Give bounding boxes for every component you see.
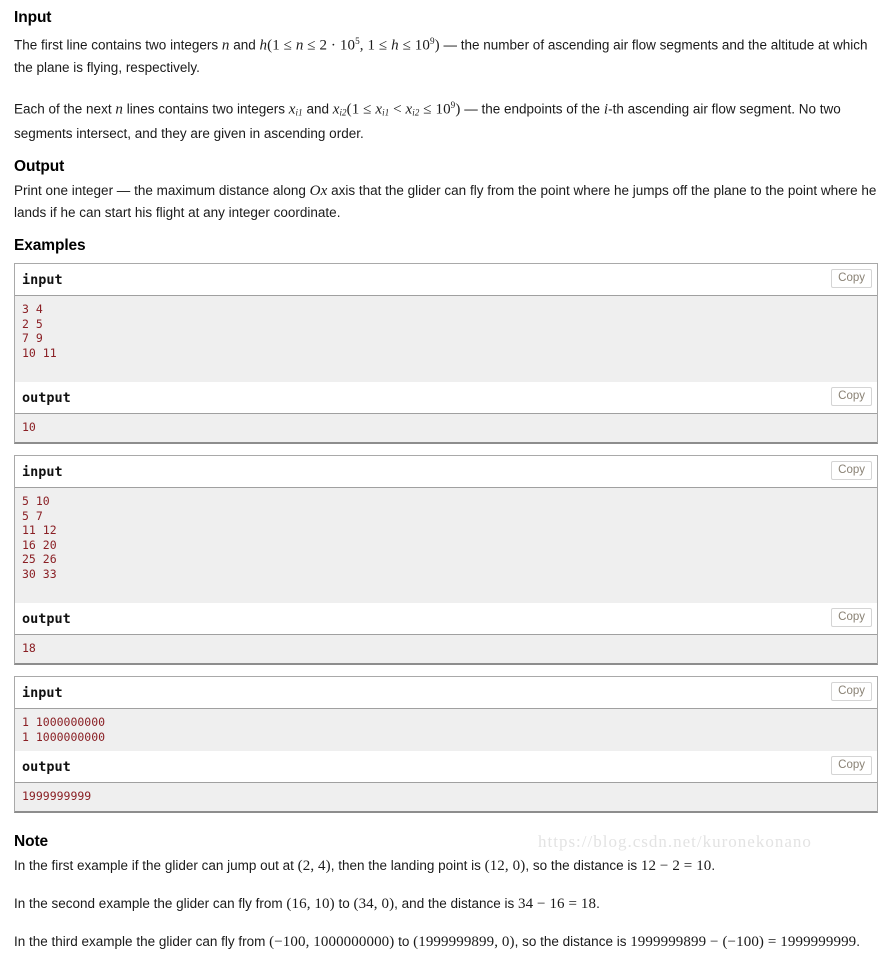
math-constraint-mid-3: ≤ 10: [398, 37, 430, 54]
math-x-i1: x: [288, 101, 296, 117]
copy-input-button-2[interactable]: Copy: [831, 460, 872, 480]
input-p1-text-2: and: [229, 37, 260, 53]
input-title-2: input Copy: [15, 455, 877, 487]
copy-output-button-1[interactable]: Copy: [831, 387, 872, 407]
output-paragraph: Print one integer — the maximum distance…: [14, 180, 878, 223]
sample-test-3: input Copy 1 1000000000 1 1000000000 outp…: [14, 676, 878, 813]
note2-text-2: to: [334, 895, 354, 911]
input-content-2: 5 10 5 7 11 12 16 20 25 26 30 33: [15, 486, 877, 604]
note-paragraph-1: In the first example if the glider can j…: [14, 855, 878, 877]
math-Ox: Ox: [309, 182, 328, 199]
output-content-3: 1999999999: [15, 782, 877, 811]
note1-math-b: (12, 0): [484, 857, 526, 874]
output-title-1: output Copy: [15, 382, 877, 414]
output-title-2: output Copy: [15, 603, 877, 635]
note3-text-3: , so the distance is: [514, 933, 631, 949]
input-p2-text-3: and: [302, 101, 333, 116]
math-constraint-open: (1 ≤: [267, 37, 296, 54]
math-h-1: h: [259, 37, 268, 54]
note1-text-1: In the first example if the glider can j…: [14, 857, 298, 873]
input-p2-text-2: lines contains two integers: [122, 101, 289, 116]
math-constraint-h: h: [391, 37, 399, 54]
input-content-1: 3 4 2 5 7 9 10 11: [15, 294, 877, 383]
output-text-1: Print one integer — the maximum distance…: [14, 182, 310, 198]
output-section-heading: Output: [14, 157, 65, 175]
note3-text-2: to: [394, 933, 414, 949]
math-x-i1-subscript: i1: [295, 106, 303, 117]
math-x-constraint-lt: <: [389, 101, 406, 117]
note3-math-b: (1999999899, 0): [413, 933, 515, 950]
note1-text-3: , so the distance is: [525, 857, 641, 873]
note2-text-3: , and the distance is: [394, 895, 518, 911]
note2-math-c: 34 − 16 = 18: [518, 895, 597, 912]
note3-math-a: (−100, 1000000000): [269, 933, 395, 950]
output-label-2: output: [22, 611, 71, 628]
input-p2-text-4: — the endpoints of the: [460, 101, 604, 116]
input-title-1: input Copy: [15, 263, 877, 295]
note1-text-2: , then the landing point is: [330, 857, 485, 873]
note3-text-4: .: [856, 933, 861, 949]
copy-input-button-3[interactable]: Copy: [831, 682, 872, 702]
math-x-constraint-open: (1 ≤: [346, 101, 376, 117]
copy-input-button-1[interactable]: Copy: [831, 268, 872, 288]
input-title-3: input Copy: [15, 677, 877, 709]
output-content-2: 18: [15, 634, 877, 664]
input-paragraph-1: The first line contains two integers n a…: [14, 31, 878, 78]
output-label-3: output: [22, 759, 71, 776]
output-label-1: output: [22, 390, 71, 407]
note-paragraph-2: In the second example the glider can fly…: [14, 893, 878, 915]
input-p1-text-1: The first line contains two integers: [14, 37, 222, 53]
examples-heading: Examples: [14, 236, 86, 254]
input-label-1: input: [22, 271, 63, 288]
math-n-2: n: [115, 101, 123, 117]
note3-text-1: In the third example the glider can fly …: [14, 933, 270, 949]
sample-test-2: input Copy 5 10 5 7 11 12 16 20 25 26 30 …: [14, 454, 878, 666]
output-content-1: 10: [15, 413, 877, 442]
sample-test-1: input Copy 3 4 2 5 7 9 10 11 output Copy 1…: [14, 262, 878, 444]
input-label-2: input: [22, 463, 63, 480]
math-constraint-mid-1: ≤ 2 · 10: [303, 37, 356, 54]
note2-math-b: (34, 0): [353, 895, 395, 912]
math-x-constraint-mid: ≤ 10: [419, 101, 451, 117]
note1-math-c: 12 − 2 = 10: [640, 857, 712, 874]
note1-math-a: (2, 4): [297, 857, 331, 874]
input-section-heading: Input: [14, 9, 52, 26]
math-constraint-mid-2: , 1 ≤: [359, 37, 392, 54]
output-title-3: output Copy: [15, 751, 877, 783]
note1-text-4: .: [711, 857, 716, 873]
sample-tests-container: input Copy 3 4 2 5 7 9 10 11 output Copy 1…: [14, 262, 878, 813]
note3-math-c: 1999999899 − (−100) = 1999999999: [630, 933, 857, 950]
copy-output-button-3[interactable]: Copy: [831, 756, 872, 776]
note2-text-1: In the second example the glider can fly…: [14, 895, 287, 911]
input-paragraph-2: Each of the next n lines contains two in…: [14, 95, 878, 144]
copy-output-button-2[interactable]: Copy: [831, 608, 872, 628]
note2-math-a: (16, 10): [286, 895, 335, 912]
note-heading: Note: [14, 832, 49, 850]
math-x-i2-subscript: i2: [339, 106, 347, 117]
note2-text-4: .: [596, 895, 600, 911]
input-content-3: 1 1000000000 1 1000000000: [15, 708, 877, 752]
input-p2-text-1: Each of the next: [14, 101, 116, 116]
input-label-3: input: [22, 685, 63, 702]
problem-statement-page: Input The first line contains two intege…: [0, 0, 888, 953]
note-paragraph-3: In the third example the glider can fly …: [14, 931, 878, 953]
